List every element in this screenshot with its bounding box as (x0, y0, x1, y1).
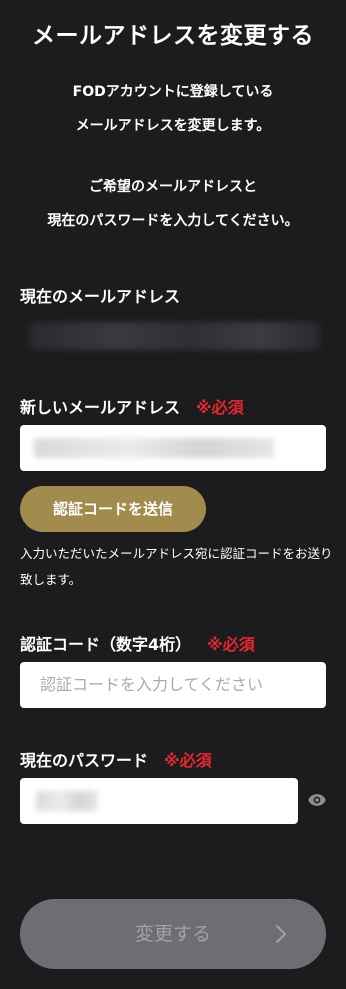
new-email-label-row: 新しいメールアドレス ※必須 (20, 394, 244, 418)
intro-text-1: FODアカウントに登録している メールアドレスを変更します。 (0, 75, 346, 143)
password-label: 現在のパスワード (20, 751, 149, 770)
current-email-value-redacted (30, 322, 320, 350)
intro-line-1: FODアカウントに登録している (72, 84, 274, 100)
new-email-field[interactable] (20, 425, 326, 471)
eye-icon[interactable] (307, 790, 327, 810)
auth-code-placeholder: 認証コードを入力してください (40, 675, 264, 694)
auth-code-label-row: 認証コード（数字4桁） ※必須 (20, 631, 255, 655)
intro-line-2: メールアドレスを変更します。 (75, 118, 271, 134)
auth-code-required-badge: ※必須 (207, 635, 255, 654)
password-field[interactable] (20, 778, 298, 824)
intro-line-4: 現在のパスワードを入力してください。 (47, 213, 299, 229)
new-email-required-badge: ※必須 (196, 398, 244, 417)
submit-button[interactable]: 変更する (20, 899, 326, 969)
send-code-note: 入力いただいたメールアドレス宛に認証コードをお送り致します。 (20, 546, 333, 587)
intro-text-2: ご希望のメールアドレスと 現在のパスワードを入力してください。 (0, 170, 346, 238)
current-email-label: 現在のメールアドレス (20, 287, 181, 306)
auth-code-field[interactable]: 認証コードを入力してください (20, 662, 326, 708)
submit-button-label: 変更する (134, 923, 211, 945)
new-email-value-redacted (34, 438, 274, 458)
password-label-row: 現在のパスワード ※必須 (20, 747, 212, 771)
password-value-redacted (36, 791, 98, 811)
intro-line-3: ご希望のメールアドレスと (89, 179, 257, 195)
page-title: メールアドレスを変更する (32, 23, 314, 49)
new-email-label: 新しいメールアドレス (20, 398, 181, 417)
send-code-button[interactable]: 認証コードを送信 (20, 486, 206, 532)
password-required-badge: ※必須 (164, 751, 212, 770)
chevron-right-icon (276, 925, 286, 943)
auth-code-label: 認証コード（数字4桁） (20, 635, 192, 654)
